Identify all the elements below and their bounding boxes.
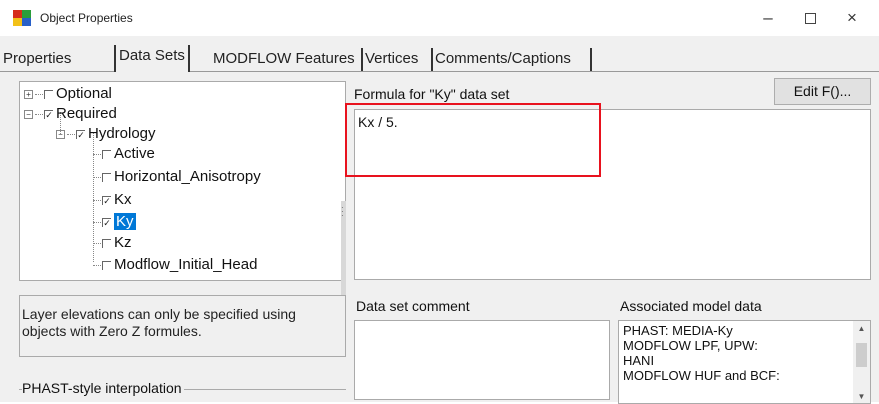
list-item: HANI (623, 353, 655, 368)
edit-formula-button[interactable]: Edit F()... (774, 78, 871, 105)
formula-label: Formula for "Ky" data set (354, 86, 510, 102)
close-button[interactable]: × (832, 4, 872, 32)
associated-model-data-label: Associated model data (620, 298, 762, 314)
list-item: MODFLOW LPF, UPW: (623, 338, 758, 353)
minimize-button[interactable]: – (748, 4, 788, 32)
tree-item-modflow-initial-head[interactable]: Modflow_Initial_Head (93, 255, 257, 275)
scroll-up-icon[interactable]: ▲ (853, 321, 870, 337)
list-item: MODFLOW HUF and BCF: (623, 368, 780, 383)
list-item: PHAST: MEDIA-Ky (623, 323, 733, 338)
tree-node-required[interactable]: − ✓ Required (24, 104, 117, 124)
window-title: Object Properties (40, 11, 133, 25)
maximize-icon (804, 13, 816, 25)
app-icon (13, 10, 31, 26)
tree-node-optional[interactable]: + Optional (24, 84, 112, 104)
checkbox[interactable] (102, 238, 111, 248)
tree-node-hydrology[interactable]: − ✓ Hydrology (56, 124, 156, 144)
tree-item-ky[interactable]: ✓ Ky (93, 212, 136, 232)
tab-data-sets[interactable]: Data Sets (114, 45, 190, 72)
checkbox[interactable]: ✓ (44, 109, 53, 119)
tree-item-horizontal-anisotropy[interactable]: Horizontal_Anisotropy (93, 167, 261, 187)
checkbox[interactable] (102, 149, 111, 159)
highlight-annotation (345, 103, 601, 177)
tree-item-active[interactable]: Active (93, 144, 155, 164)
grip-icon: · · · (341, 203, 344, 220)
tree-item-kz[interactable]: Kz (93, 233, 132, 253)
expand-icon[interactable]: + (24, 89, 33, 99)
checkbox[interactable]: ✓ (102, 217, 111, 227)
tab-properties[interactable]: Properties (0, 48, 74, 71)
layer-elevation-message: Layer elevations can only be specified u… (19, 295, 346, 357)
associated-model-data-list[interactable]: PHAST: MEDIA-Ky MODFLOW LPF, UPW: HANI M… (618, 320, 871, 404)
data-set-tree[interactable]: + Optional − ✓ Required − ✓ Hydrology Active … (19, 81, 346, 281)
object-properties-dialog: Properties Data Sets MODFLOW Features Ve… (0, 36, 879, 404)
comment-label: Data set comment (356, 298, 470, 314)
checkbox[interactable] (102, 260, 111, 270)
vertical-scrollbar[interactable]: ▲ ▼ (853, 321, 870, 403)
tab-separator (590, 48, 592, 72)
tab-comments-captions[interactable]: Comments/Captions (432, 48, 574, 71)
checkbox[interactable]: ✓ (76, 129, 85, 139)
maximize-button[interactable] (790, 4, 830, 32)
collapse-icon[interactable]: − (56, 129, 65, 139)
tab-vertices[interactable]: Vertices (362, 48, 421, 71)
checkbox[interactable] (44, 89, 53, 99)
interpolation-group-title: PHAST-style interpolation (22, 380, 184, 396)
collapse-icon[interactable]: − (24, 109, 33, 119)
checkbox[interactable]: ✓ (102, 195, 111, 205)
checkbox[interactable] (102, 172, 111, 182)
tree-item-kx[interactable]: ✓ Kx (93, 190, 132, 210)
title-bar: Object Properties – × (0, 0, 879, 36)
tab-modflow-features[interactable]: MODFLOW Features (210, 48, 358, 71)
comment-field[interactable] (354, 320, 610, 400)
scrollbar-thumb[interactable] (856, 343, 867, 367)
tab-strip: Properties Data Sets MODFLOW Features Ve… (0, 44, 879, 72)
